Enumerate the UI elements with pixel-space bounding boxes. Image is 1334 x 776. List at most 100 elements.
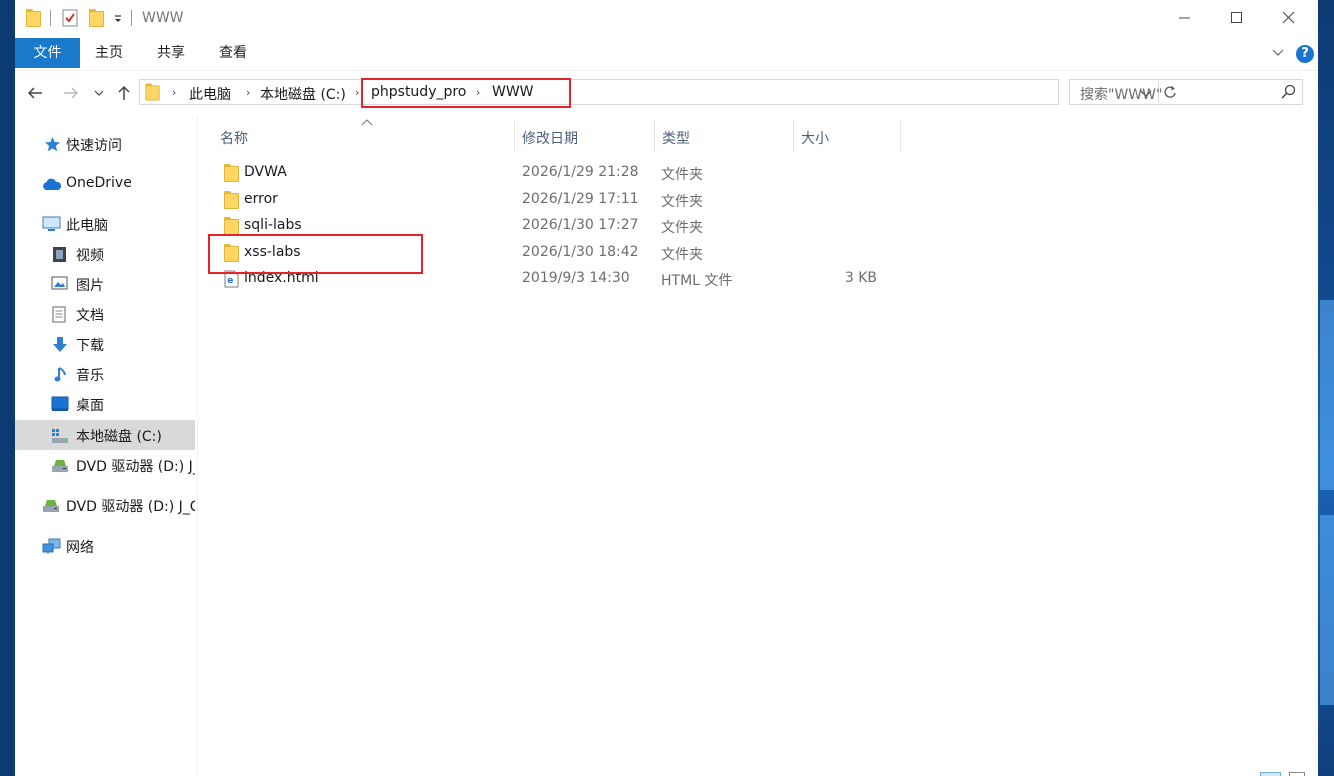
maximize-button[interactable] xyxy=(1209,0,1265,36)
search-icon[interactable] xyxy=(1281,84,1296,103)
sidebar-item-label: 网络 xyxy=(66,540,94,556)
sidebar-item-downloads[interactable]: 下载 xyxy=(15,329,195,359)
folder-icon xyxy=(224,217,240,235)
divider xyxy=(50,10,51,26)
back-button[interactable] xyxy=(25,83,45,103)
sidebar-item-label: DVD 驱动器 (D:) J_ xyxy=(76,459,195,475)
file-type: 文件夹 xyxy=(661,220,703,236)
search-box[interactable]: 搜索"WWW" xyxy=(1069,79,1303,105)
file-type: HTML 文件 xyxy=(661,273,733,289)
navigation-pane: 快速访问 OneDrive 此电脑 视频 图片 文档 下载 音乐 桌面 本地磁盘… xyxy=(15,116,198,776)
sidebar-item-local-disk-c[interactable]: 本地磁盘 (C:) xyxy=(15,420,195,450)
drive-icon xyxy=(51,427,68,444)
sidebar-item-dvd-drive[interactable]: DVD 驱动器 (D:) J_C xyxy=(15,490,195,520)
sidebar-item-pictures[interactable]: 图片 xyxy=(15,269,195,299)
up-button[interactable] xyxy=(114,83,134,103)
help-icon[interactable]: ? xyxy=(1296,45,1314,63)
sort-ascending-icon xyxy=(361,114,373,130)
folder-icon xyxy=(224,164,240,182)
sidebar-item-label: 桌面 xyxy=(76,398,104,414)
minimize-button[interactable] xyxy=(1157,0,1213,36)
recent-locations-button[interactable] xyxy=(89,83,109,103)
network-icon xyxy=(42,538,61,555)
sidebar-item-label: 图片 xyxy=(76,278,104,294)
sidebar-item-music[interactable]: 音乐 xyxy=(15,359,195,389)
folder-icon xyxy=(26,9,42,27)
file-date: 2026/1/29 17:11 xyxy=(522,191,639,207)
file-list: 名称 修改日期 类型 大小 DVWA 2026/1/29 21:28 文件夹 e… xyxy=(199,116,1318,776)
close-button[interactable] xyxy=(1261,0,1317,36)
file-explorer-window: WWW 文件 主页 共享 查看 ? › 此电脑 › 本地磁盘 (C:) › ph… xyxy=(15,0,1318,776)
dvd-icon xyxy=(51,457,68,474)
sidebar-item-this-pc[interactable]: 此电脑 xyxy=(15,209,195,239)
sidebar-item-videos[interactable]: 视频 xyxy=(15,239,195,269)
sidebar-item-label: 视频 xyxy=(76,248,104,264)
desktop-light-streak xyxy=(1320,300,1334,490)
table-row[interactable]: DVWA 2026/1/29 21:28 文件夹 xyxy=(199,160,899,186)
breadcrumb-local-disk[interactable]: 本地磁盘 (C:) xyxy=(260,84,346,104)
column-divider[interactable] xyxy=(793,120,794,152)
divider xyxy=(131,10,132,26)
view-toggle[interactable] xyxy=(1260,768,1310,776)
file-size: 3 KB xyxy=(844,270,877,286)
sidebar-item-label: 音乐 xyxy=(76,368,104,384)
forward-button[interactable] xyxy=(61,83,81,103)
column-divider[interactable] xyxy=(900,120,901,152)
sidebar-item-label: DVD 驱动器 (D:) J_C xyxy=(66,499,195,515)
properties-icon[interactable] xyxy=(62,9,78,31)
sidebar-item-onedrive[interactable]: OneDrive xyxy=(15,169,195,199)
breadcrumb-chevron-icon[interactable]: › xyxy=(246,86,250,99)
tab-file[interactable]: 文件 xyxy=(15,38,80,68)
breadcrumb-chevron-icon[interactable]: › xyxy=(355,86,359,99)
column-header-date[interactable]: 修改日期 xyxy=(522,128,578,148)
expand-ribbon-chevron-icon[interactable] xyxy=(1271,45,1285,59)
dvd-icon xyxy=(42,497,59,514)
file-name: sqli-labs xyxy=(244,217,302,233)
sidebar-item-documents[interactable]: 文档 xyxy=(15,299,195,329)
highlight-box-path xyxy=(361,78,571,108)
column-header-size[interactable]: 大小 xyxy=(801,128,829,148)
sidebar-item-network[interactable]: 网络 xyxy=(15,531,195,561)
cloud-icon xyxy=(42,176,62,193)
window-title: WWW xyxy=(142,10,184,26)
breadcrumb-chevron-icon[interactable]: › xyxy=(172,86,176,99)
breadcrumb-this-pc[interactable]: 此电脑 xyxy=(189,84,231,104)
sidebar-item-quick-access[interactable]: 快速访问 xyxy=(15,129,195,159)
file-type: 文件夹 xyxy=(661,194,703,210)
sidebar-item-label: OneDrive xyxy=(66,175,132,191)
documents-icon xyxy=(52,306,69,323)
new-folder-icon[interactable] xyxy=(89,9,105,27)
title-bar: WWW xyxy=(15,0,1318,38)
column-header-name[interactable]: 名称 xyxy=(220,128,248,148)
file-name: error xyxy=(244,191,278,207)
tab-home[interactable]: 主页 xyxy=(95,38,123,68)
column-header-type[interactable]: 类型 xyxy=(662,128,690,148)
column-divider[interactable] xyxy=(654,120,655,152)
file-type: 文件夹 xyxy=(661,247,703,263)
download-icon xyxy=(52,336,69,353)
star-icon xyxy=(44,136,61,153)
music-icon xyxy=(54,366,71,383)
folder-icon xyxy=(224,191,240,209)
pictures-icon xyxy=(51,276,68,293)
sidebar-item-label: 下载 xyxy=(76,338,104,354)
search-placeholder: 搜索"WWW" xyxy=(1080,87,1163,103)
sidebar-item-label: 本地磁盘 (C:) xyxy=(76,429,162,445)
sidebar-item-desktop[interactable]: 桌面 xyxy=(15,389,195,419)
tab-view[interactable]: 查看 xyxy=(219,38,247,68)
tab-share[interactable]: 共享 xyxy=(157,38,185,68)
ribbon-tabs: 文件 主页 共享 查看 ? xyxy=(15,38,1318,71)
navigation-bar: › 此电脑 › 本地磁盘 (C:) › phpstudy_pro › WWW 搜… xyxy=(15,70,1318,116)
sidebar-item-label: 此电脑 xyxy=(66,218,108,234)
table-row[interactable]: error 2026/1/29 17:11 文件夹 xyxy=(199,187,899,213)
file-date: 2019/9/3 14:30 xyxy=(522,270,630,286)
file-date: 2026/1/29 21:28 xyxy=(522,164,639,180)
address-bar[interactable]: › 此电脑 › 本地磁盘 (C:) › phpstudy_pro › WWW xyxy=(139,79,1176,105)
customize-toolbar-icon[interactable] xyxy=(113,11,123,29)
file-type: 文件夹 xyxy=(661,167,703,183)
column-divider[interactable] xyxy=(514,120,515,152)
sidebar-item-label: 文档 xyxy=(76,308,104,324)
sidebar-item-dvd-drive-nested[interactable]: DVD 驱动器 (D:) J_ xyxy=(15,450,195,480)
video-icon xyxy=(52,246,69,263)
svg-text:e: e xyxy=(227,276,233,286)
